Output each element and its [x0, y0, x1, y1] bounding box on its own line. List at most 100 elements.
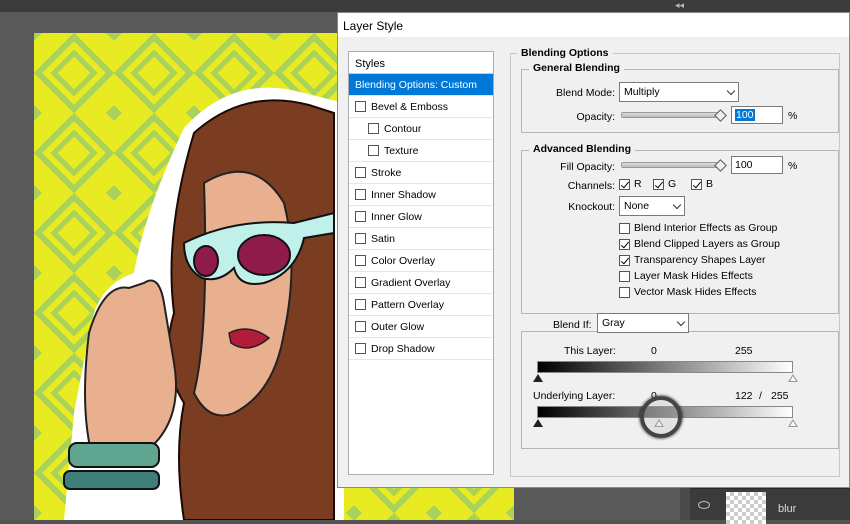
- style-item[interactable]: Drop Shadow: [349, 338, 493, 360]
- style-item-label: Pattern Overlay: [371, 298, 444, 311]
- style-item[interactable]: Blending Options: Custom: [349, 74, 493, 96]
- checkbox-icon[interactable]: [355, 189, 366, 200]
- layer-row[interactable]: blur: [690, 488, 850, 524]
- checkbox-icon[interactable]: [691, 178, 702, 190]
- channels-label: Channels:: [567, 180, 615, 192]
- checkbox-icon[interactable]: [368, 123, 379, 134]
- opacity-input[interactable]: 100: [731, 106, 783, 124]
- opacity-label: Opacity:: [576, 111, 615, 123]
- ps-top-bar: [0, 0, 850, 12]
- checkbox-icon[interactable]: [355, 277, 366, 288]
- blend-if-select[interactable]: Gray: [597, 313, 689, 333]
- style-item[interactable]: Contour: [349, 118, 493, 140]
- style-item-label: Color Overlay: [371, 254, 436, 267]
- checkbox-icon[interactable]: [619, 270, 630, 282]
- style-item[interactable]: Bevel & Emboss: [349, 96, 493, 118]
- blend-if-label: Blend If:: [553, 319, 592, 331]
- checkbox-icon[interactable]: [355, 101, 366, 112]
- styles-header[interactable]: Styles: [349, 52, 493, 74]
- this-layer-gradient: [537, 361, 793, 373]
- style-item[interactable]: Inner Shadow: [349, 184, 493, 206]
- style-item[interactable]: Gradient Overlay: [349, 272, 493, 294]
- advanced-option-checkbox[interactable]: Blend Clipped Layers as Group: [619, 238, 780, 250]
- advanced-option-checkbox[interactable]: Layer Mask Hides Effects: [619, 270, 753, 282]
- advanced-option-label: Layer Mask Hides Effects: [634, 270, 753, 282]
- cursor-highlight: [640, 396, 682, 438]
- underlying-white-slider[interactable]: [788, 419, 798, 427]
- fill-opacity-input[interactable]: 100: [731, 156, 783, 174]
- style-item-label: Blending Options: Custom: [355, 78, 477, 91]
- blend-if-value: Gray: [602, 317, 625, 329]
- style-item-label: Gradient Overlay: [371, 276, 451, 289]
- style-item[interactable]: Inner Glow: [349, 206, 493, 228]
- advanced-option-checkbox[interactable]: Blend Interior Effects as Group: [619, 222, 777, 234]
- checkbox-icon[interactable]: [619, 222, 630, 234]
- style-item[interactable]: Outer Glow: [349, 316, 493, 338]
- advanced-option-checkbox[interactable]: Vector Mask Hides Effects: [619, 286, 756, 298]
- advanced-option-label: Blend Interior Effects as Group: [634, 222, 778, 234]
- this-layer-low: 0: [651, 345, 657, 357]
- opacity-percent: %: [788, 110, 798, 122]
- style-item-label: Bevel & Emboss: [371, 100, 449, 113]
- checkbox-icon[interactable]: [355, 211, 366, 222]
- advanced-blending-title: Advanced Blending: [529, 143, 636, 155]
- layer-thumbnail: [726, 492, 766, 524]
- dialog-title: Layer Style: [338, 13, 849, 37]
- chevron-down-icon: [726, 86, 736, 96]
- style-item-label: Inner Glow: [371, 210, 422, 223]
- eye-icon[interactable]: [698, 501, 710, 509]
- checkbox-icon[interactable]: [355, 255, 366, 266]
- checkbox-icon[interactable]: [355, 233, 366, 244]
- blend-mode-select[interactable]: Multiply: [619, 82, 739, 102]
- general-blending-title: General Blending: [529, 62, 624, 74]
- advanced-option-label: Vector Mask Hides Effects: [634, 286, 757, 298]
- knockout-value: None: [624, 200, 650, 212]
- this-layer-white-slider[interactable]: [788, 374, 798, 382]
- style-item-label: Contour: [384, 122, 422, 135]
- channel-g-checkbox[interactable]: G: [653, 178, 676, 190]
- fill-opacity-percent: %: [788, 160, 798, 172]
- underlying-high: 255: [771, 390, 789, 402]
- panel-collapse-icon[interactable]: ◂◂: [675, 0, 684, 11]
- knockout-label: Knockout:: [568, 201, 615, 213]
- channel-b-checkbox[interactable]: B: [691, 178, 713, 190]
- layer-name: blur: [778, 503, 797, 515]
- checkbox-icon[interactable]: [619, 238, 630, 250]
- style-item[interactable]: Color Overlay: [349, 250, 493, 272]
- checkbox-icon[interactable]: [355, 167, 366, 178]
- style-item-label: Stroke: [371, 166, 402, 179]
- checkbox-icon[interactable]: [355, 343, 366, 354]
- fill-opacity-slider[interactable]: [621, 162, 721, 168]
- blend-mode-value: Multiply: [624, 86, 660, 98]
- channel-r-checkbox[interactable]: R: [619, 178, 642, 190]
- layer-style-dialog: Layer Style Styles Blending Options: Cus…: [337, 12, 850, 488]
- style-item[interactable]: Texture: [349, 140, 493, 162]
- fill-opacity-label: Fill Opacity:: [560, 161, 615, 173]
- knockout-select[interactable]: None: [619, 196, 685, 216]
- advanced-option-checkbox[interactable]: Transparency Shapes Layer: [619, 254, 766, 266]
- checkbox-icon[interactable]: [619, 286, 630, 298]
- opacity-slider[interactable]: [621, 112, 721, 118]
- chevron-down-icon: [672, 200, 682, 210]
- this-layer-label: This Layer:: [564, 345, 616, 357]
- style-item-label: Drop Shadow: [371, 342, 435, 355]
- underlying-black-slider[interactable]: [533, 419, 543, 427]
- checkbox-icon[interactable]: [619, 254, 630, 266]
- this-layer-black-slider[interactable]: [533, 374, 543, 382]
- style-item[interactable]: Pattern Overlay: [349, 294, 493, 316]
- advanced-option-label: Transparency Shapes Layer: [634, 254, 766, 266]
- checkbox-icon[interactable]: [619, 178, 630, 190]
- chevron-down-icon: [676, 317, 686, 327]
- underlying-layer-label: Underlying Layer:: [533, 390, 616, 402]
- checkbox-icon[interactable]: [355, 321, 366, 332]
- checkbox-icon[interactable]: [355, 299, 366, 310]
- style-item[interactable]: Stroke: [349, 162, 493, 184]
- style-item-label: Outer Glow: [371, 320, 425, 333]
- blend-mode-label: Blend Mode:: [556, 87, 615, 99]
- checkbox-icon[interactable]: [653, 178, 664, 190]
- blending-options-title: Blending Options: [517, 47, 613, 59]
- checkbox-icon[interactable]: [368, 145, 379, 156]
- underlying-sep: /: [759, 390, 762, 402]
- underlying-mid: 122: [735, 390, 753, 402]
- style-item[interactable]: Satin: [349, 228, 493, 250]
